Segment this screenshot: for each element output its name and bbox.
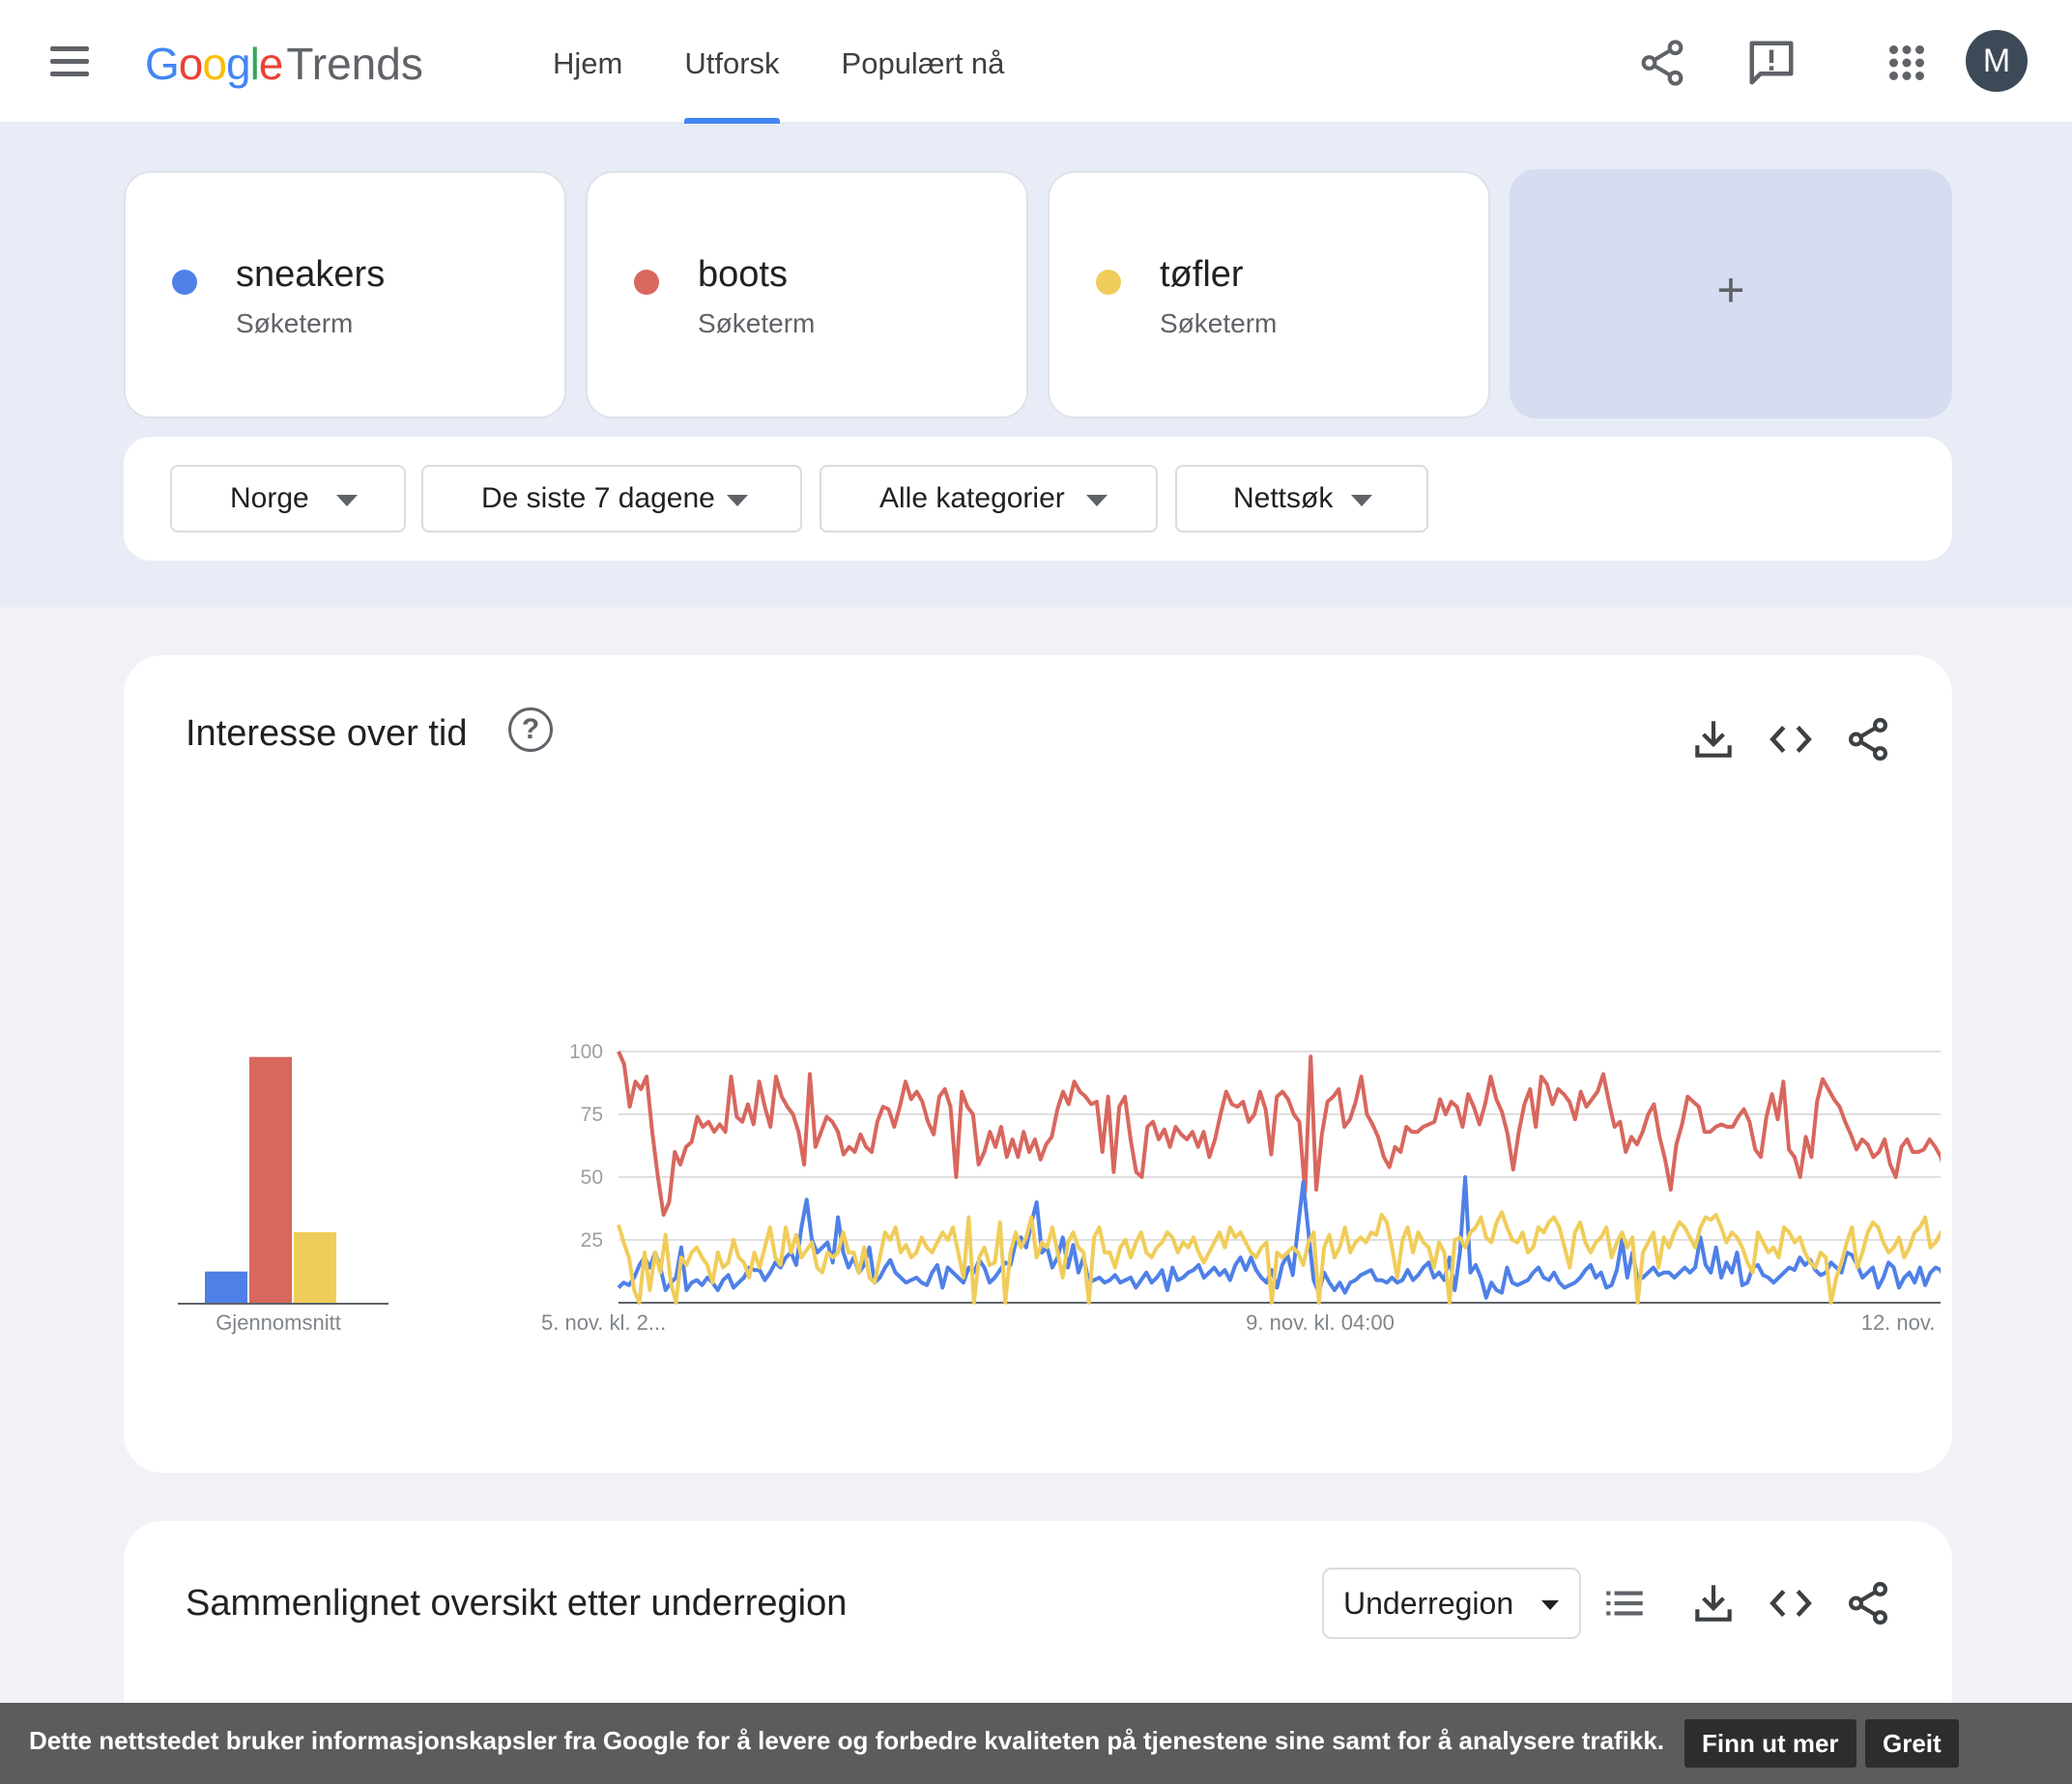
tab-utforsk[interactable]: Utforsk [653, 0, 810, 124]
chevron-down-icon [1086, 495, 1108, 506]
search-type-filter[interactable]: Nettsøk [1175, 465, 1428, 532]
avg-bar-sneakers [205, 1271, 247, 1304]
y-tick-label: 50 [581, 1166, 603, 1189]
subregion-select[interactable]: Underregion [1322, 1568, 1581, 1639]
logo-letter: o [202, 39, 227, 89]
interest-card-title: Interesse over tid [186, 713, 468, 754]
main-nav: Hjem Utforsk Populært nå [522, 0, 1035, 124]
filter-bar: Norge De siste 7 dagene Alle kategorier … [124, 437, 1952, 561]
interest-line-chart: 100 75 50 25 5. nov. kl. 2... 9. nov. kl. 04… [541, 1041, 1941, 1335]
tab-hjem[interactable]: Hjem [522, 0, 653, 124]
logo-google-text: Google [145, 39, 284, 89]
logo-letter: G [145, 39, 180, 89]
y-tick-label: 25 [581, 1229, 603, 1252]
accept-cookies-button[interactable]: Greit [1865, 1719, 1959, 1768]
term-name: tøfler [1160, 254, 1244, 295]
embed-code-icon[interactable] [1767, 1579, 1815, 1627]
term-type: Søketerm [236, 308, 354, 338]
feedback-icon[interactable] [1745, 37, 1798, 89]
help-icon[interactable]: ? [508, 707, 553, 752]
region-filter[interactable]: Norge [170, 465, 406, 532]
average-bar-chart: Gjennomsnitt [178, 1056, 388, 1335]
time-filter-value: De siste 7 dagene [481, 482, 715, 514]
interest-over-time-card: Interesse over tid ? Gjennomsnitt 100 75 5… [124, 655, 1952, 1473]
term-card-boots[interactable]: boots Søketerm [586, 171, 1028, 418]
x-tick-label: 9. nov. kl. 04:00 [1246, 1310, 1395, 1335]
add-term-button[interactable]: + [1510, 169, 1952, 418]
term-card-tofler[interactable]: tøfler Søketerm [1048, 171, 1490, 418]
term-card-sneakers[interactable]: sneakers Søketerm [124, 171, 566, 418]
term-color-dot [1096, 270, 1121, 295]
term-color-dot [634, 270, 659, 295]
logo-letter: e [258, 39, 284, 89]
term-type: Søketerm [698, 308, 816, 338]
region-filter-value: Norge [230, 482, 309, 514]
chevron-down-icon [336, 495, 358, 506]
category-filter[interactable]: Alle kategorier [820, 465, 1158, 532]
embed-code-icon[interactable] [1767, 715, 1815, 763]
avatar[interactable]: M [1966, 30, 2028, 92]
term-name: boots [698, 254, 788, 295]
term-type: Søketerm [1160, 308, 1278, 338]
category-filter-value: Alle kategorier [879, 482, 1065, 514]
share-icon[interactable] [1844, 715, 1892, 763]
x-tick-label: 12. nov. kl. 11:00 [1861, 1310, 1941, 1335]
subregion-select-value: Underregion [1343, 1586, 1514, 1621]
learn-more-button[interactable]: Finn ut mer [1684, 1719, 1856, 1768]
download-icon[interactable] [1689, 715, 1738, 763]
list-icon[interactable] [1600, 1579, 1649, 1627]
menu-icon[interactable] [43, 39, 97, 85]
cookie-banner: Dette nettstedet bruker informasjonskaps… [0, 1703, 2072, 1784]
time-filter[interactable]: De siste 7 dagene [421, 465, 802, 532]
tab-populaert-na[interactable]: Populært nå [811, 0, 1036, 124]
chevron-down-icon [1351, 495, 1372, 506]
avg-bar-boots [249, 1056, 292, 1304]
series-line-boots [617, 1050, 1941, 1217]
download-icon[interactable] [1689, 1579, 1738, 1627]
chevron-down-icon [1541, 1600, 1559, 1610]
share-icon[interactable] [1844, 1579, 1892, 1627]
series-line-tøfler [617, 1210, 1941, 1305]
avg-xlabel: Gjennomsnitt [216, 1310, 341, 1335]
apps-grid-icon[interactable] [1881, 37, 1933, 89]
cookie-text: Dette nettstedet bruker informasjonskaps… [29, 1726, 1665, 1755]
share-icon[interactable] [1636, 37, 1688, 89]
top-app-bar: GoogleTrends Hjem Utforsk Populært nå M [0, 0, 2072, 124]
avg-bar-tøfler [294, 1232, 336, 1304]
term-name: sneakers [236, 254, 386, 295]
series-line-sneakers [617, 1175, 1941, 1300]
logo-letter: o [178, 39, 204, 89]
x-tick-label: 5. nov. kl. 2... [541, 1310, 666, 1335]
subregion-card-title: Sammenlignet oversikt etter underregion [186, 1583, 848, 1624]
search-type-filter-value: Nettsøk [1233, 482, 1334, 514]
google-trends-logo[interactable]: GoogleTrends [145, 37, 423, 91]
term-color-dot [172, 270, 197, 295]
y-tick-label: 100 [569, 1041, 603, 1063]
logo-letter: g [225, 39, 251, 89]
y-tick-label: 75 [581, 1104, 603, 1126]
plus-icon: + [1716, 263, 1745, 317]
logo-letter: l [249, 39, 260, 89]
logo-trends-text: Trends [286, 39, 423, 89]
chevron-down-icon [727, 495, 748, 506]
